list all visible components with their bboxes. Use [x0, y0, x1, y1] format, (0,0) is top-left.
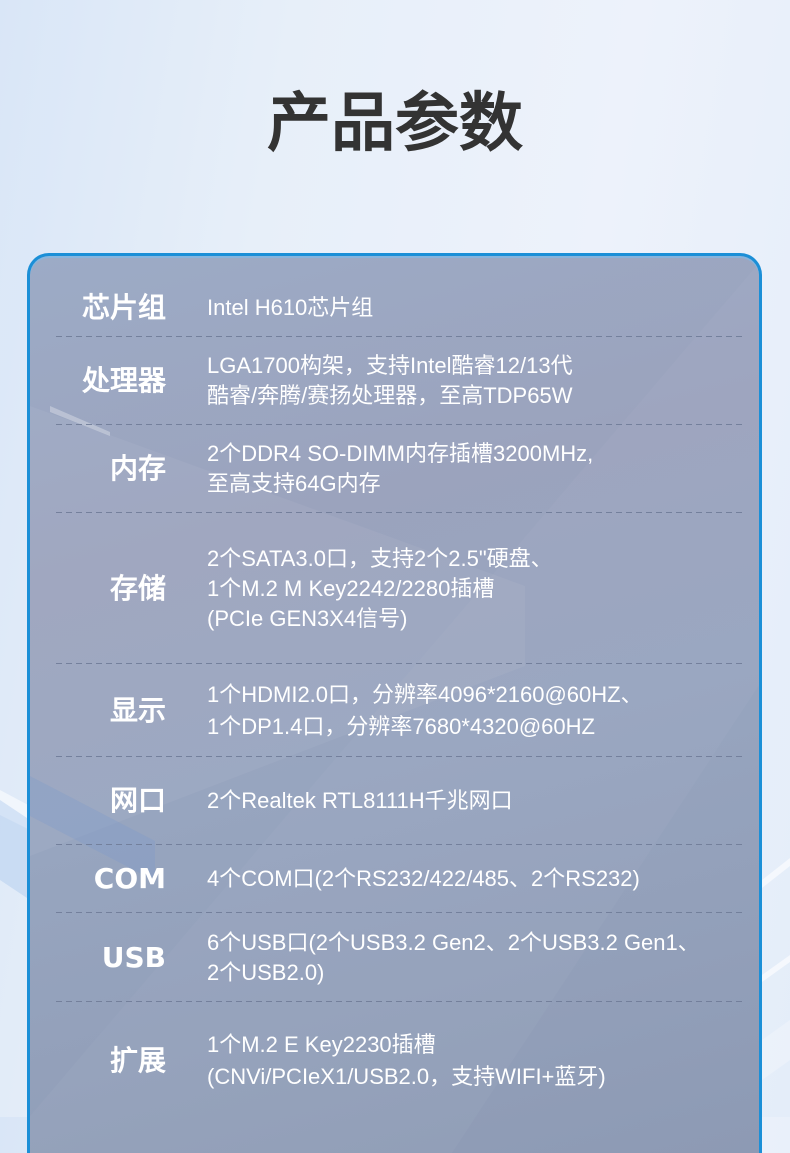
spec-value-line: 2个Realtek RTL8111H千兆网口 — [207, 788, 513, 813]
spec-row-display: 显示 1个HDMI2.0口，分辨率4096*2160@60HZ、 1个DP1.4… — [56, 664, 742, 757]
spec-value-line: 2个SATA3.0口，支持2个2.5"硬盘、 — [207, 545, 553, 571]
spec-value-line: 1个DP1.4口，分辨率7680*4320@60HZ — [207, 713, 595, 739]
spec-value-line: 2个USB2.0) — [207, 959, 325, 985]
spec-value-line: 至高支持64G内存 — [207, 471, 381, 496]
spec-row-com: COM 4个COM口(2个RS232/422/485、2个RS232) — [56, 845, 742, 913]
spec-value: 2个SATA3.0口，支持2个2.5"硬盘、 1个M.2 M Key2242/2… — [207, 544, 553, 634]
spec-row-processor: 处理器 LGA1700构架，支持Intel酷睿12/13代 酷睿/奔腾/赛扬处理… — [56, 337, 742, 425]
spec-label: 网口 — [109, 784, 166, 817]
spec-label: USB — [101, 940, 166, 974]
spec-row-usb: USB 6个USB口(2个USB3.2 Gen2、2个USB3.2 Gen1、 … — [56, 913, 742, 1002]
spec-value-line: (CNVi/PCIeX1/USB2.0，支持WIFI+蓝牙) — [207, 1064, 606, 1089]
spec-label: 存储 — [109, 571, 166, 605]
spec-row-memory: 内存 2个DDR4 SO-DIMM内存插槽3200MHz, 至高支持64G内存 — [56, 425, 742, 513]
spec-value-line: 酷睿/奔腾/赛扬处理器，至高TDP65W — [207, 383, 573, 408]
spec-value: 4个COM口(2个RS232/422/485、2个RS232) — [207, 864, 640, 894]
spec-row-storage: 存储 2个SATA3.0口，支持2个2.5"硬盘、 1个M.2 M Key224… — [56, 513, 742, 664]
spec-value: LGA1700构架，支持Intel酷睿12/13代 酷睿/奔腾/赛扬处理器，至高… — [207, 351, 573, 411]
spec-label: COM — [93, 862, 166, 895]
spec-value: 2个DDR4 SO-DIMM内存插槽3200MHz, 至高支持64G内存 — [207, 439, 593, 499]
spec-value: 1个HDMI2.0口，分辨率4096*2160@60HZ、 1个DP1.4口，分… — [207, 679, 643, 743]
spec-row-chipset: 芯片组 Intel H610芯片组 — [56, 279, 742, 337]
spec-value-line: 4个COM口(2个RS232/422/485、2个RS232) — [207, 866, 640, 891]
spec-value-line: 2个DDR4 SO-DIMM内存插槽3200MHz, — [207, 441, 594, 466]
spec-row-expansion: 扩展 1个M.2 E Key2230插槽 (CNVi/PCIeX1/USB2.0… — [56, 1002, 742, 1120]
spec-table: 芯片组 Intel H610芯片组 处理器 LGA1700构架，支持Intel酷… — [56, 279, 742, 1120]
spec-value-line: 1个HDMI2.0口，分辨率4096*2160@60HZ、 — [207, 681, 643, 707]
spec-label: 芯片组 — [81, 291, 166, 324]
spec-value-line: LGA1700构架，支持Intel酷睿12/13代 — [207, 353, 573, 378]
spec-label: 扩展 — [109, 1044, 166, 1077]
spec-value: 6个USB口(2个USB3.2 Gen2、2个USB3.2 Gen1、 2个US… — [207, 928, 700, 988]
spec-value: 1个M.2 E Key2230插槽 (CNVi/PCIeX1/USB2.0，支持… — [207, 1029, 606, 1093]
spec-label: 内存 — [109, 452, 166, 485]
spec-row-network: 网口 2个Realtek RTL8111H千兆网口 — [56, 757, 742, 845]
spec-value: 2个Realtek RTL8111H千兆网口 — [207, 786, 513, 816]
spec-value: Intel H610芯片组 — [207, 293, 373, 323]
spec-value-line: Intel H610芯片组 — [207, 295, 374, 320]
spec-value-line: 1个M.2 M Key2242/2280插槽 — [207, 575, 495, 601]
spec-value-line: 6个USB口(2个USB3.2 Gen2、2个USB3.2 Gen1、 — [207, 929, 700, 955]
spec-label: 显示 — [109, 693, 166, 727]
spec-value-line: (PCIe GEN3X4信号) — [207, 605, 408, 631]
spec-label: 处理器 — [81, 364, 166, 397]
page-title: 产品参数 — [267, 87, 523, 161]
spec-value-line: 1个M.2 E Key2230插槽 — [207, 1032, 436, 1057]
